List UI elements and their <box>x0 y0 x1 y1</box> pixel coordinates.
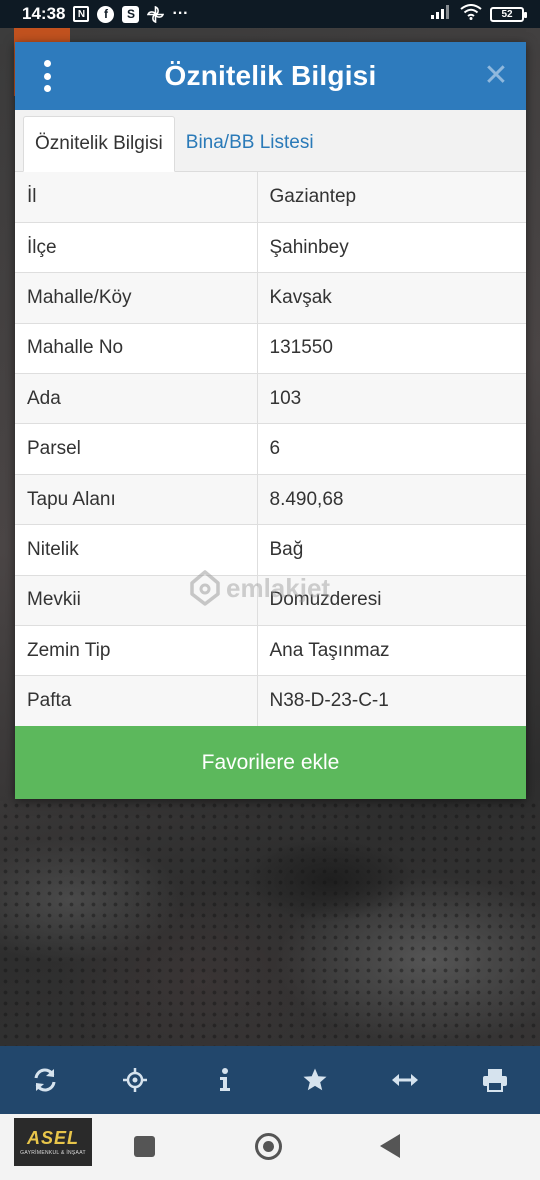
asel-logo: ASEL GAYRİMENKUL & İNŞAAT <box>14 1118 92 1166</box>
facebook-icon: f <box>97 5 115 23</box>
row-key: Mahalle No <box>15 323 258 375</box>
row-key: Parsel <box>15 423 258 475</box>
row-key: İlçe <box>15 222 258 274</box>
locate-icon[interactable] <box>112 1057 158 1103</box>
tab-bar: Öznitelik Bilgisi Bina/BB Listesi <box>15 110 526 172</box>
row-value: Bağ <box>257 524 526 576</box>
row-value: 103 <box>257 373 526 425</box>
status-time: 14:38 <box>22 4 66 23</box>
table-row: Pafta N38-D-23-C-1 <box>15 675 526 727</box>
attribute-dialog: Öznitelik Bilgisi ✕ Öznitelik Bilgisi Bi… <box>15 42 526 799</box>
close-icon[interactable]: ✕ <box>482 61 510 91</box>
row-value: Ana Taşınmaz <box>257 625 526 677</box>
menu-dots-icon[interactable] <box>37 60 57 92</box>
table-row: Zemin Tip Ana Taşınmaz <box>15 625 526 677</box>
battery-icon: 52 <box>490 6 527 22</box>
measure-icon[interactable] <box>382 1057 428 1103</box>
attribute-table: İl Gaziantep İlçe Şahinbey Mahalle/Köy Kavş… <box>15 172 526 727</box>
more-dots-icon: ··· <box>172 5 189 22</box>
signal-icon <box>430 4 452 25</box>
table-row: Tapu Alanı 8.490,68 <box>15 474 526 526</box>
back-icon[interactable] <box>380 1134 400 1158</box>
table-row: Nitelik Bağ <box>15 524 526 576</box>
pinwheel-icon <box>147 5 165 23</box>
row-value: 8.490,68 <box>257 474 526 526</box>
row-value: N38-D-23-C-1 <box>257 675 526 727</box>
status-bar: 14:38 N f S ··· 52 <box>0 0 540 28</box>
logo-main: ASEL <box>26 1128 79 1148</box>
row-value: Gaziantep <box>257 172 526 223</box>
table-row: İl Gaziantep <box>15 172 526 223</box>
print-icon[interactable] <box>472 1057 518 1103</box>
tab-building-list[interactable]: Bina/BB Listesi <box>175 115 325 171</box>
row-key: Nitelik <box>15 524 258 576</box>
s-app-icon: S <box>122 5 140 23</box>
tab-attribute-info[interactable]: Öznitelik Bilgisi <box>23 116 175 172</box>
info-icon[interactable] <box>202 1057 248 1103</box>
row-key: Tapu Alanı <box>15 474 258 526</box>
android-nav-bar: ASEL GAYRİMENKUL & İNŞAAT <box>0 1114 540 1180</box>
row-key: Mevkii <box>15 575 258 627</box>
refresh-icon[interactable] <box>22 1057 68 1103</box>
wifi-icon <box>460 3 482 25</box>
row-key: İl <box>15 172 258 223</box>
table-row: İlçe Şahinbey <box>15 222 526 274</box>
dialog-title: Öznitelik Bilgisi <box>164 60 377 91</box>
dialog-header: Öznitelik Bilgisi ✕ <box>15 42 526 110</box>
map-toolbar <box>0 1046 540 1114</box>
logo-sub: GAYRİMENKUL & İNŞAAT <box>20 1150 86 1156</box>
row-key: Ada <box>15 373 258 425</box>
map-texture <box>0 800 540 1050</box>
table-row: Mahalle No 131550 <box>15 323 526 375</box>
row-key: Pafta <box>15 675 258 727</box>
nfc-icon: N <box>73 6 90 22</box>
row-value: 131550 <box>257 323 526 375</box>
table-row: Mahalle/Köy Kavşak <box>15 272 526 324</box>
row-key: Zemin Tip <box>15 625 258 677</box>
add-favorite-button[interactable]: Favorilere ekle <box>15 726 526 799</box>
table-row: Parsel 6 <box>15 423 526 475</box>
star-icon[interactable] <box>292 1057 338 1103</box>
row-value: 6 <box>257 423 526 475</box>
table-row: Mevkii Domuzderesi <box>15 575 526 627</box>
row-key: Mahalle/Köy <box>15 272 258 324</box>
recents-icon[interactable] <box>134 1136 155 1157</box>
table-row: Ada 103 <box>15 373 526 425</box>
row-value: Şahinbey <box>257 222 526 274</box>
row-value: Kavşak <box>257 272 526 324</box>
home-icon[interactable] <box>255 1133 282 1160</box>
row-value: Domuzderesi <box>257 575 526 627</box>
